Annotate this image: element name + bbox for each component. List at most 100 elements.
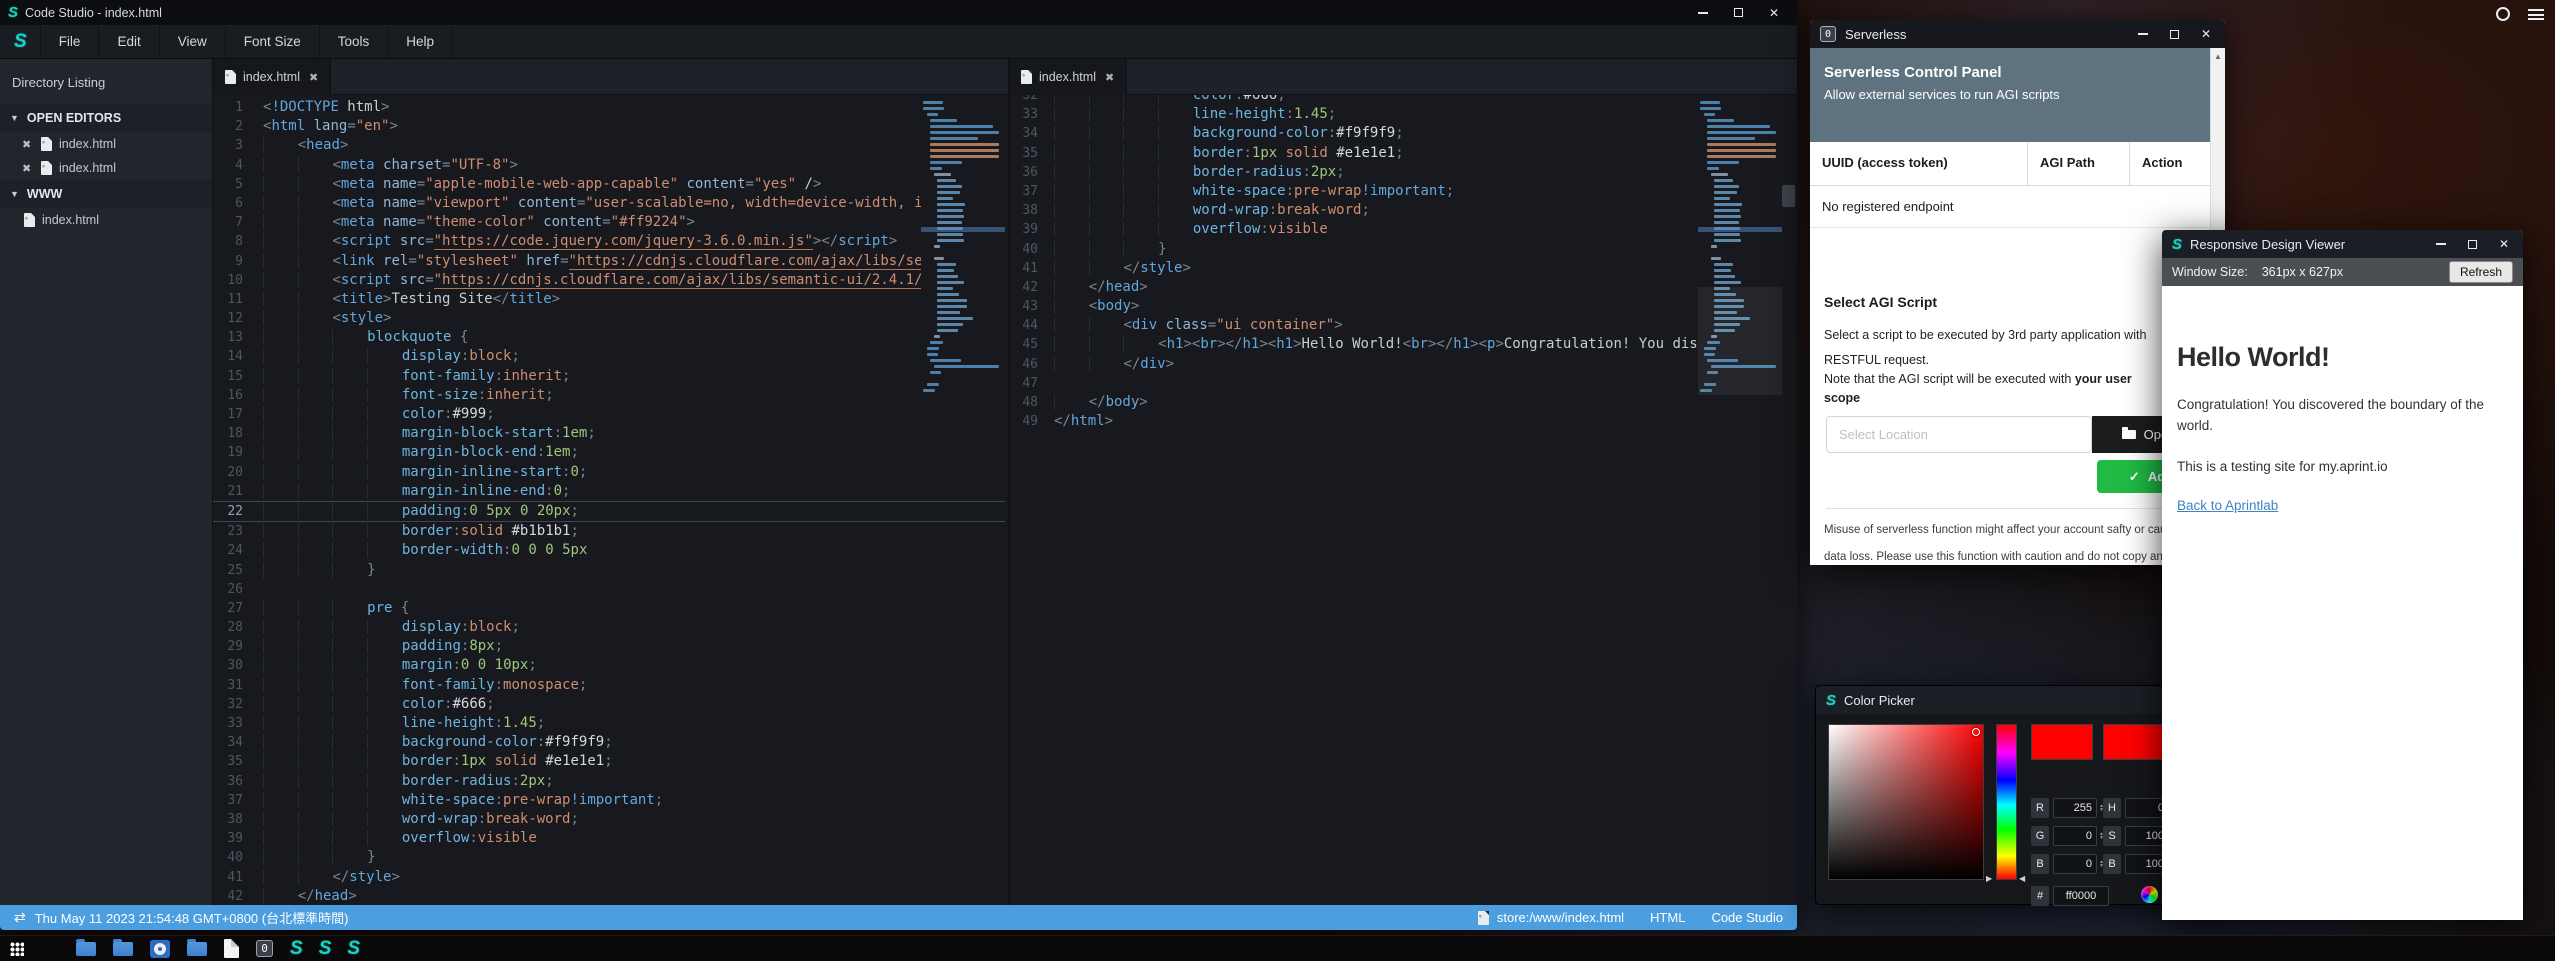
current-color-swatch[interactable] (2031, 724, 2093, 760)
editor-pane-2[interactable]: 32 color:#666;33 line-height:1.45;34 bac… (1008, 95, 1797, 905)
select-location-input[interactable] (1826, 416, 2092, 453)
code-line[interactable]: 39 overflow:visible (213, 829, 1005, 848)
code-line[interactable]: 37 white-space:pre-wrap!important; (213, 791, 1005, 810)
sidebar-item-open-editor-1[interactable]: ✖ index.html (0, 132, 212, 156)
code-studio-app-icon[interactable]: S (319, 939, 331, 958)
code-line[interactable]: 38 word-wrap:break-word; (1010, 201, 1797, 220)
folder-icon[interactable] (187, 942, 207, 956)
menu-edit[interactable]: Edit (98, 26, 158, 57)
code-line[interactable]: 34 background-color:#f9f9f9; (1010, 124, 1797, 143)
code-line[interactable]: 42 </head> (1010, 278, 1797, 297)
code-line[interactable]: 8 <script src="https://code.jquery.com/j… (213, 232, 1005, 251)
code-line[interactable]: 32 color:#666; (213, 695, 1005, 714)
code-line[interactable]: 24 border-width:0 0 0 5px (213, 541, 1005, 560)
minimap[interactable] (1700, 101, 1780, 395)
scrollbar-handle[interactable] (1782, 185, 1795, 207)
code-line[interactable]: 43 <body> (1010, 297, 1797, 316)
hue-slider[interactable] (1996, 724, 2017, 880)
hue-marker-left-icon[interactable]: ◀ (2019, 874, 2025, 883)
code-studio-app-icon[interactable]: S (347, 939, 359, 958)
refresh-button[interactable]: Refresh (2449, 261, 2513, 283)
code-line[interactable]: 46 </div> (1010, 355, 1797, 374)
code-line[interactable]: 7 <meta name="theme-color" content="#ff9… (213, 213, 1005, 232)
code-line[interactable]: 13 blockquote { (213, 328, 1005, 347)
code-line[interactable]: 35 border:1px solid #e1e1e1; (213, 752, 1005, 771)
code-line[interactable]: 16 font-size:inherit; (213, 386, 1005, 405)
previous-color-swatch[interactable] (2103, 724, 2165, 760)
folder-icon[interactable] (113, 942, 133, 956)
menu-file[interactable]: File (40, 26, 99, 57)
tab-index-html-pane1[interactable]: index.html ✖ (213, 59, 331, 95)
code-line[interactable]: 40 } (213, 848, 1005, 867)
code-line[interactable]: 17 color:#999; (213, 405, 1005, 424)
menu-view[interactable]: View (159, 26, 225, 57)
code-line[interactable]: 36 border-radius:2px; (213, 772, 1005, 791)
tab-index-html-pane2[interactable]: index.html ✖ (1008, 59, 1127, 95)
code-line[interactable]: 9 <link rel="stylesheet" href="https://c… (213, 252, 1005, 271)
hue-marker-right-icon[interactable]: ▶ (1986, 874, 1992, 883)
code-line[interactable]: 23 border:solid #b1b1b1; (213, 522, 1005, 541)
code-line[interactable]: 29 padding:8px; (213, 637, 1005, 656)
folder-icon[interactable] (76, 942, 96, 956)
code-line[interactable]: 33 line-height:1.45; (213, 714, 1005, 733)
code-line[interactable]: 15 font-family:inherit; (213, 367, 1005, 386)
close-icon[interactable]: ✖ (22, 138, 34, 151)
code-line[interactable]: 20 margin-inline-start:0; (213, 463, 1005, 482)
code-line[interactable]: 31 font-family:monospace; (213, 676, 1005, 695)
code-line[interactable]: 19 margin-block-end:1em; (213, 443, 1005, 462)
code-line[interactable]: 37 white-space:pre-wrap!important; (1010, 182, 1797, 201)
code-line[interactable]: 32 color:#666; (1010, 95, 1797, 105)
code-line[interactable]: 6 <meta name="viewport" content="user-sc… (213, 194, 1005, 213)
code-line[interactable]: 41 </style> (213, 868, 1005, 887)
back-to-aprintlab-link[interactable]: Back to Aprintlab (2177, 498, 2278, 513)
code-line[interactable]: 36 border-radius:2px; (1010, 163, 1797, 182)
maximize-icon[interactable] (2468, 240, 2477, 249)
green-value-input[interactable]: 0 (2053, 826, 2097, 846)
color-wheel-icon[interactable] (2141, 886, 2158, 903)
minimize-icon[interactable] (2138, 33, 2148, 35)
code-line[interactable]: 42 </head> (213, 887, 1005, 905)
menu-tools[interactable]: Tools (319, 26, 388, 57)
editor-pane-1[interactable]: 1<!DOCTYPE html>2<html lang="en">3 <head… (213, 95, 1005, 905)
code-line[interactable]: 39 overflow:visible (1010, 220, 1797, 239)
saturation-value-field[interactable] (1828, 724, 1984, 880)
sidebar-section-open-editors[interactable]: ▼ OPEN EDITORS (0, 104, 212, 132)
sidebar-item-open-editor-2[interactable]: ✖ index.html (0, 156, 212, 180)
code-line[interactable]: 28 display:block; (213, 618, 1005, 637)
code-line[interactable]: 47 (1010, 374, 1797, 393)
code-line[interactable]: 18 margin-block-start:1em; (213, 424, 1005, 443)
restore-icon[interactable] (1734, 8, 1743, 17)
serverless-app-icon[interactable]: 0 (256, 940, 273, 957)
code-line[interactable]: 2<html lang="en"> (213, 117, 1005, 136)
document-icon[interactable] (224, 939, 239, 958)
minimize-icon[interactable] (1698, 12, 1708, 14)
system-menu-icon[interactable] (2528, 9, 2544, 20)
menu-help[interactable]: Help (387, 26, 453, 57)
color-cursor-icon[interactable] (1972, 728, 1980, 736)
close-icon[interactable]: ✕ (2499, 238, 2509, 250)
code-studio-app-icon[interactable]: S (290, 939, 302, 958)
code-line[interactable]: 26 (213, 580, 1005, 599)
code-line[interactable]: 38 word-wrap:break-word; (213, 810, 1005, 829)
code-line[interactable]: 21 margin-inline-end:0; (213, 482, 1005, 501)
close-icon[interactable]: ✖ (1105, 71, 1114, 84)
app-grid-icon[interactable] (10, 942, 24, 956)
code-line[interactable]: 12 <style> (213, 309, 1005, 328)
red-value-input[interactable]: 255 (2053, 798, 2097, 818)
blue-value-input[interactable]: 0 (2053, 854, 2097, 874)
code-line[interactable]: 5 <meta name="apple-mobile-web-app-capab… (213, 175, 1005, 194)
maximize-icon[interactable] (2170, 30, 2179, 39)
media-app-icon[interactable] (150, 940, 170, 958)
sidebar-section-www[interactable]: ▼ WWW (0, 180, 212, 208)
code-line[interactable]: 41 </style> (1010, 259, 1797, 278)
minimap[interactable] (923, 101, 1003, 395)
code-line[interactable]: 40 } (1010, 240, 1797, 259)
code-line[interactable]: 11 <title>Testing Site</title> (213, 290, 1005, 309)
scroll-up-icon[interactable]: ▲ (2211, 48, 2225, 61)
hex-value-input[interactable]: ff0000 (2053, 886, 2109, 906)
sidebar-item-www-index[interactable]: index.html (0, 208, 212, 232)
code-line[interactable]: 27 pre { (213, 599, 1005, 618)
minimize-icon[interactable] (2436, 243, 2446, 245)
close-icon[interactable]: ✕ (2201, 28, 2211, 40)
code-line[interactable]: 33 line-height:1.45; (1010, 105, 1797, 124)
